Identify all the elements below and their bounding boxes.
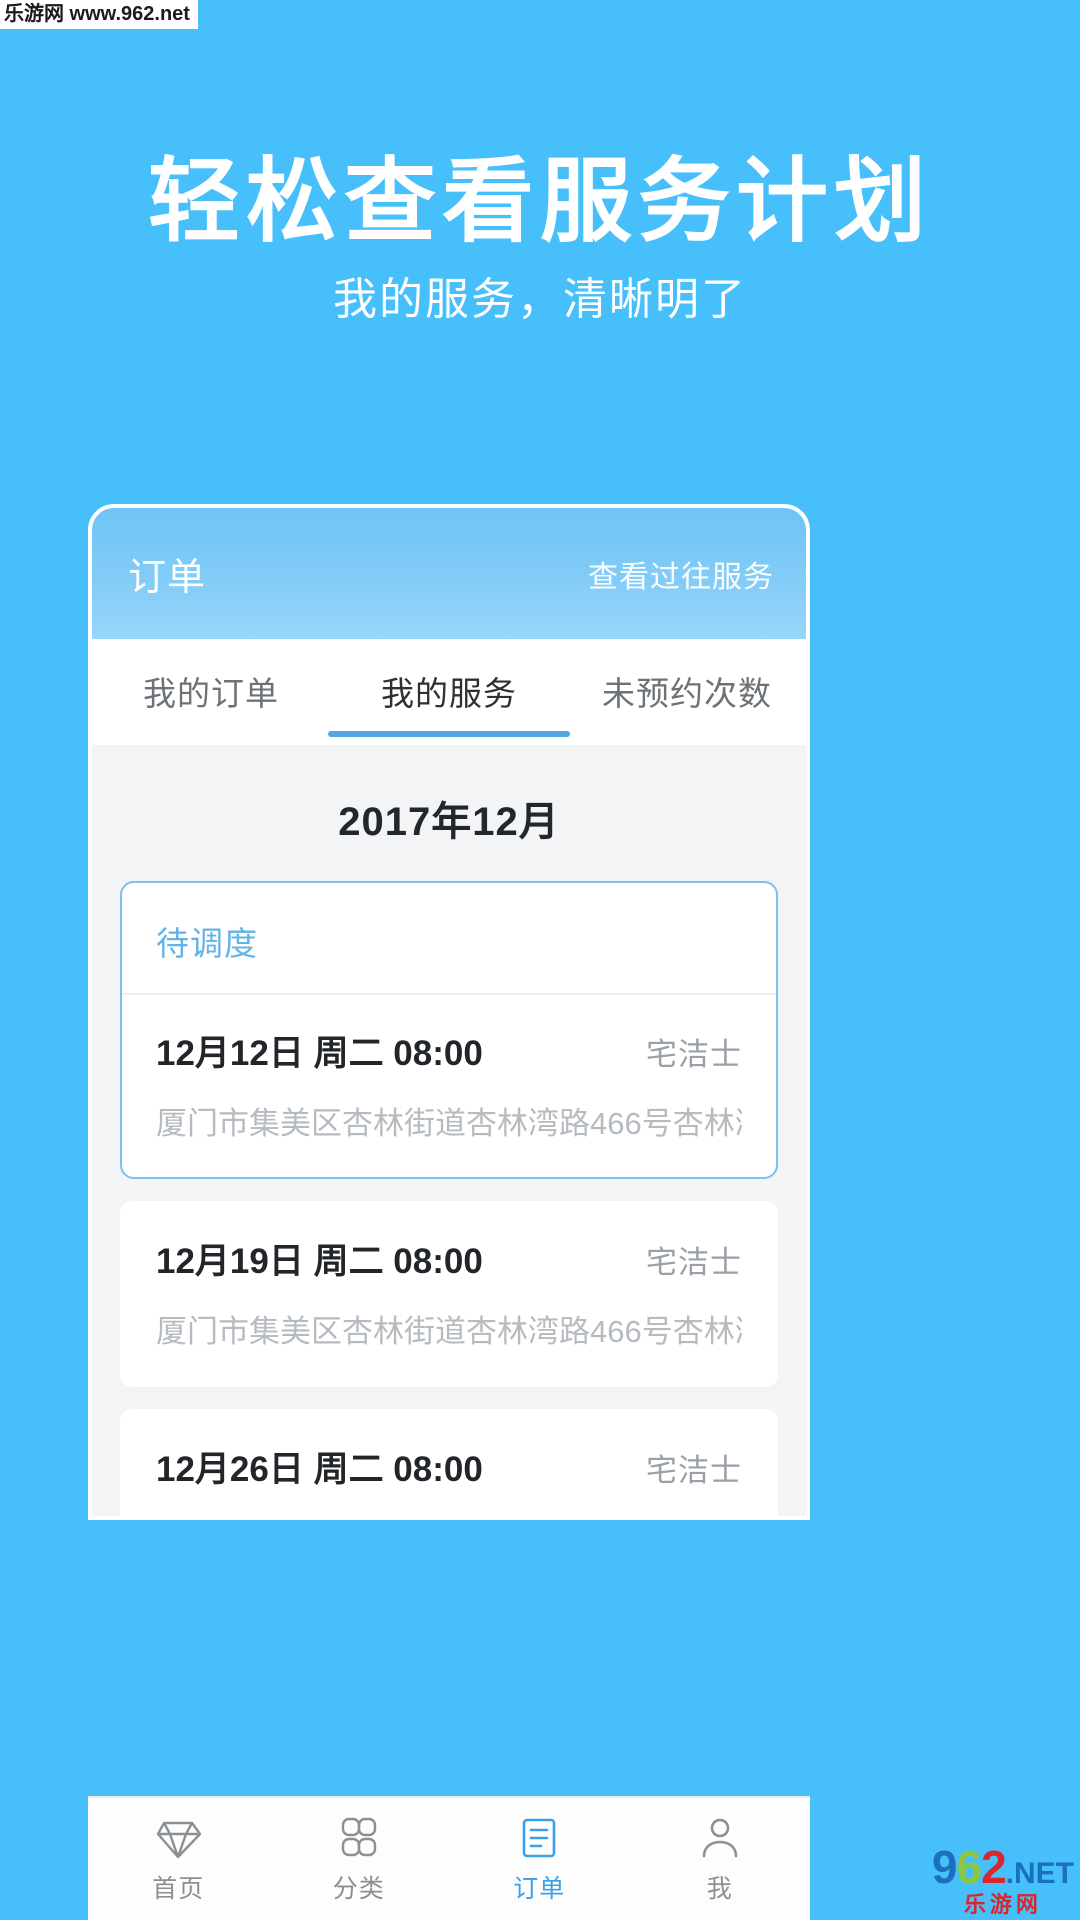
order-provider: 宅洁士 <box>646 1245 742 1280</box>
order-provider: 宅洁士 <box>646 1037 742 1072</box>
order-row: 12月19日 周二 08:00 宅洁士 <box>156 1233 742 1284</box>
nav-label-category: 分类 <box>332 1875 385 1903</box>
watermark-top-left: 乐游网 www.962.net <box>0 0 198 29</box>
status-badge: 待调度 <box>122 883 776 995</box>
watermark-logo: 962.NET <box>932 1844 1074 1890</box>
order-provider: 宅洁士 <box>646 1453 742 1488</box>
nav-label-profile: 我 <box>706 1875 733 1903</box>
tab-my-services-label: 我的服务 <box>381 675 517 712</box>
tab-indicator-active <box>328 731 570 737</box>
watermark-digit-9: 9 <box>931 1841 958 1893</box>
order-body: 12月12日 周二 08:00 宅洁士 厦门市集美区杏林街道杏林湾路466号杏林… <box>122 995 776 1177</box>
order-body: 12月26日 周二 08:00 宅洁士 厦门市集美区杏林街道杏林湾路466号杏林… <box>122 1411 776 1516</box>
watermark-digit-6: 6 <box>956 1841 982 1893</box>
tab-unbooked-count-label: 未预约次数 <box>602 675 772 712</box>
tab-bar: 我的订单 我的服务 未预约次数 <box>92 639 806 745</box>
order-row: 12月12日 周二 08:00 宅洁士 <box>156 1025 742 1076</box>
nav-item-orders[interactable]: 订单 <box>449 1798 630 1920</box>
page-title: 轻松查看服务计划 <box>147 151 932 253</box>
app-header-title: 订单 <box>128 557 207 599</box>
hero-section: 轻松查看服务计划 我的服务，清晰明了 <box>0 0 1080 328</box>
nav-item-profile[interactable]: 我 <box>630 1798 811 1920</box>
tab-unbooked-count[interactable]: 未预约次数 <box>568 639 806 715</box>
nav-label-orders: 订单 <box>513 1875 566 1903</box>
order-address: 厦门市集美区杏林街道杏林湾路466号杏林湾商… <box>156 1106 742 1141</box>
watermark-site-name: 乐游网 <box>963 1892 1042 1917</box>
watermark-net: .NET <box>1005 1857 1074 1890</box>
order-address: 厦门市集美区杏林街道杏林湾路466号杏林湾商… <box>156 1314 742 1349</box>
order-datetime: 12月26日 周二 08:00 <box>156 1450 483 1489</box>
tab-my-services[interactable]: 我的服务 <box>328 639 570 737</box>
person-icon <box>696 1813 744 1861</box>
page-subtitle: 我的服务，清晰明了 <box>333 275 747 324</box>
nav-item-category[interactable]: 分类 <box>269 1798 450 1920</box>
order-body: 12月19日 周二 08:00 宅洁士 厦门市集美区杏林街道杏林湾路466号杏林… <box>122 1203 776 1385</box>
order-datetime: 12月19日 周二 08:00 <box>156 1242 483 1281</box>
grid-clover-icon <box>335 1813 383 1861</box>
order-datetime: 12月12日 周二 08:00 <box>156 1034 483 1073</box>
watermark-digit-2: 2 <box>981 1841 1007 1893</box>
order-list[interactable]: 2017年12月 待调度 12月12日 周二 08:00 宅洁士 厦门市集美区杏… <box>92 745 806 1516</box>
month-header: 2017年12月 <box>338 800 560 844</box>
app-preview-card: 订单 查看过往服务 我的订单 我的服务 未预约次数 2017年12月 待调度 1… <box>88 504 810 1520</box>
app-header-bar: 订单 查看过往服务 <box>92 508 806 639</box>
tab-my-orders[interactable]: 我的订单 <box>92 639 330 715</box>
diamond-icon <box>154 1813 202 1861</box>
order-card[interactable]: 待调度 12月12日 周二 08:00 宅洁士 厦门市集美区杏林街道杏林湾路46… <box>120 881 778 1179</box>
nav-item-home[interactable]: 首页 <box>88 1798 269 1920</box>
order-card[interactable]: 12月26日 周二 08:00 宅洁士 厦门市集美区杏林街道杏林湾路466号杏林… <box>120 1409 778 1516</box>
watermark-top-left-text: 乐游网 www.962.net <box>4 3 190 25</box>
order-address: 厦门市集美区杏林街道杏林湾路466号杏林湾商… <box>156 1514 742 1516</box>
watermark-bottom-right: 962.NET 乐游网 <box>932 1844 1074 1916</box>
order-row: 12月26日 周二 08:00 宅洁士 <box>156 1441 742 1492</box>
tab-my-orders-label: 我的订单 <box>143 675 279 712</box>
clipboard-icon <box>515 1813 563 1861</box>
order-card[interactable]: 12月19日 周二 08:00 宅洁士 厦门市集美区杏林街道杏林湾路466号杏林… <box>120 1201 778 1387</box>
bottom-navigation: 首页 分类 订单 我 <box>88 1796 810 1920</box>
nav-label-home: 首页 <box>152 1875 205 1903</box>
view-past-services-link[interactable]: 查看过往服务 <box>588 552 774 596</box>
